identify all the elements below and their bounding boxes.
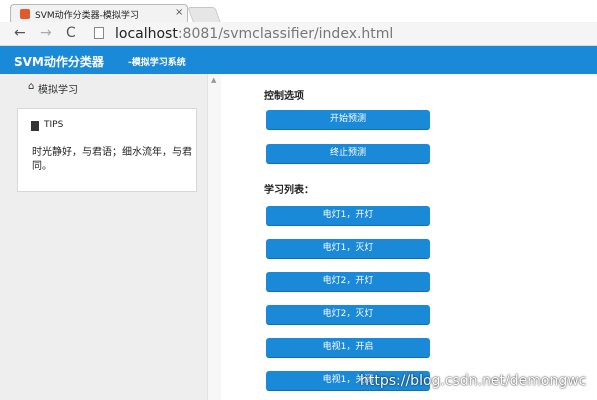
light1-off-button[interactable]: 电灯1，灭灯 bbox=[266, 239, 430, 258]
light2-on-button[interactable]: 电灯2，开灯 bbox=[266, 272, 430, 291]
tv1-on-button[interactable]: 电视1，开启 bbox=[266, 338, 430, 357]
sidebar-item-label: 模拟学习 bbox=[38, 85, 78, 96]
close-tab-icon[interactable]: × bbox=[175, 7, 183, 18]
light2-off-button[interactable]: 电灯2，灭灯 bbox=[266, 305, 430, 324]
start-predict-button[interactable]: 开始预测 bbox=[266, 110, 430, 129]
page-info-icon[interactable] bbox=[94, 27, 104, 39]
sidebar-scrollbar[interactable]: ▲ bbox=[207, 74, 221, 400]
home-icon: ⌂ bbox=[28, 81, 35, 92]
address-bar[interactable]: localhost:8081/svmclassifier/index.html bbox=[115, 25, 393, 43]
control-section-title: 控制选项 bbox=[264, 91, 304, 102]
app-subtitle: -模拟学习系统 bbox=[128, 58, 186, 68]
favicon-icon bbox=[20, 9, 30, 19]
watermark: https://blog.csdn.net/demongwc bbox=[360, 373, 587, 389]
app-title: SVM动作分类器 bbox=[14, 55, 104, 69]
sidebar-item-simulation[interactable]: ⌂ 模拟学习 bbox=[0, 74, 207, 101]
tips-text: 时光静好，与君语；细水流年，与君同。 bbox=[32, 147, 192, 172]
browser-tab-strip: SVM动作分类器-模拟学习 × bbox=[0, 0, 597, 22]
tips-panel: TIPS 时光静好，与君语；细水流年，与君同。 bbox=[17, 108, 197, 192]
url-path: :8081/svmclassifier/index.html bbox=[177, 26, 394, 42]
learning-list-title: 学习列表： bbox=[264, 185, 314, 196]
tips-title: TIPS bbox=[44, 120, 64, 130]
back-arrow-icon[interactable]: ← bbox=[14, 25, 26, 41]
browser-toolbar: ← → C localhost:8081/svmclassifier/index… bbox=[0, 22, 597, 46]
reload-icon[interactable]: C bbox=[66, 25, 76, 41]
tab-title: SVM动作分类器-模拟学习 bbox=[35, 11, 139, 21]
scroll-up-icon[interactable]: ▲ bbox=[211, 76, 216, 84]
forward-arrow-icon[interactable]: → bbox=[40, 25, 52, 41]
stop-predict-button[interactable]: 终止预测 bbox=[266, 144, 430, 163]
bookmark-icon bbox=[31, 121, 39, 131]
app-header: SVM动作分类器 -模拟学习系统 bbox=[0, 46, 597, 74]
page: SVM动作分类器-模拟学习 × ← → C localhost:8081/svm… bbox=[0, 0, 597, 400]
browser-tab[interactable]: SVM动作分类器-模拟学习 × bbox=[10, 4, 188, 22]
url-host: localhost bbox=[115, 26, 178, 42]
new-tab-button[interactable] bbox=[187, 7, 221, 22]
light1-on-button[interactable]: 电灯1，开灯 bbox=[266, 206, 430, 225]
